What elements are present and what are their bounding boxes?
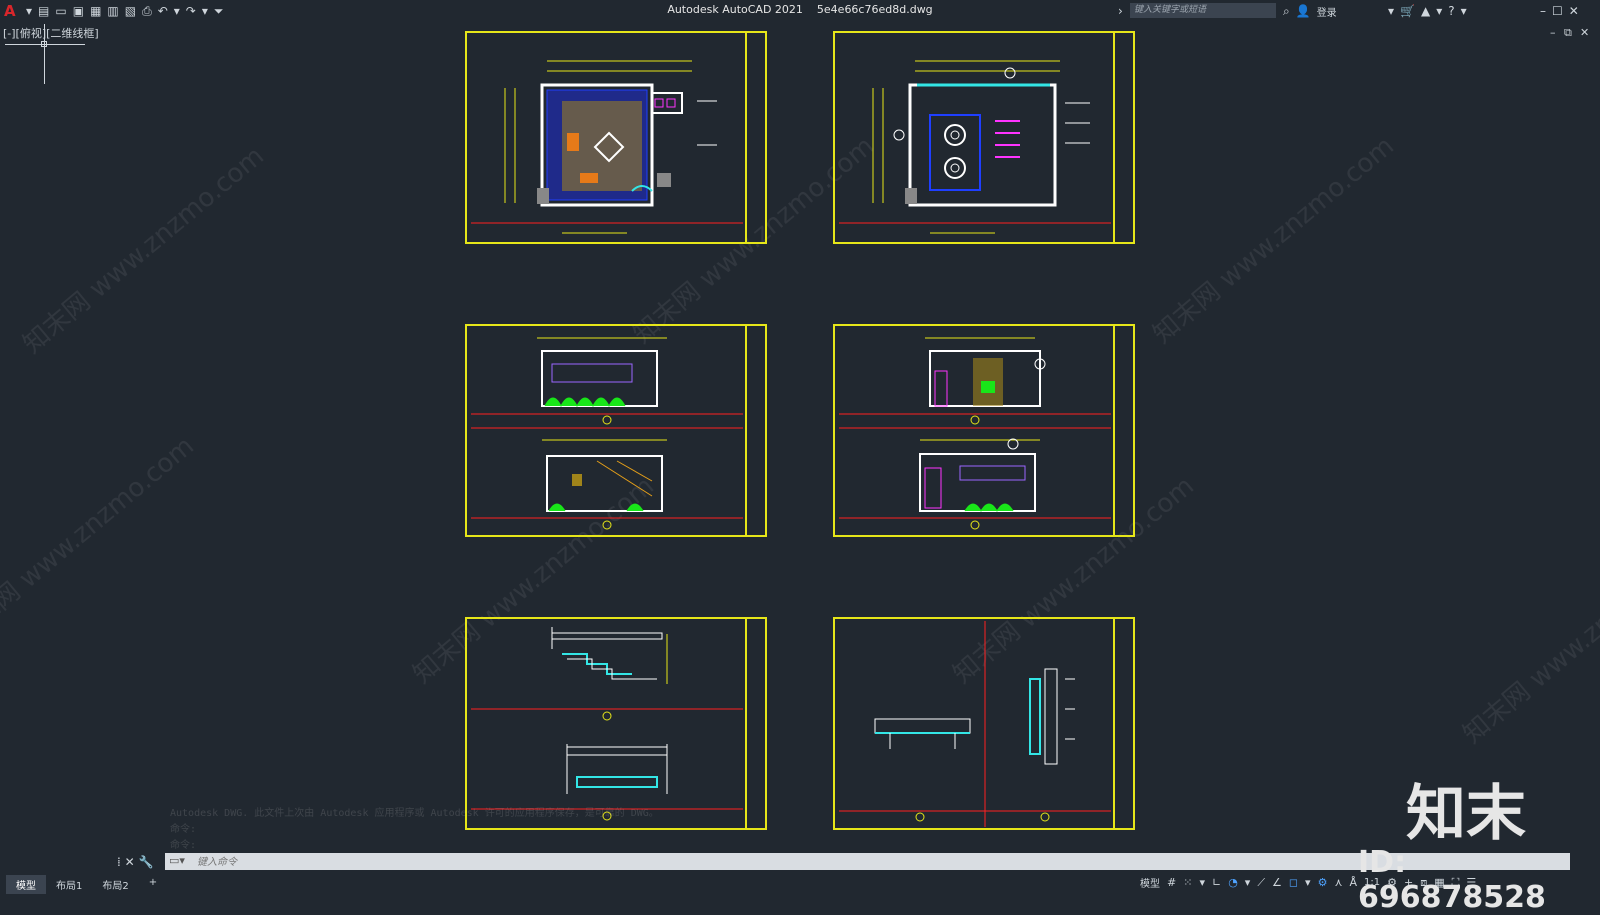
model-space-button[interactable]: 模型 bbox=[1140, 875, 1160, 890]
login-button[interactable]: 登录 bbox=[1317, 4, 1337, 19]
section-details-b-drawing bbox=[839, 621, 1111, 827]
command-history-line: 命令: bbox=[170, 840, 197, 851]
viewport-restore-icon[interactable]: ⧉ bbox=[1564, 26, 1572, 40]
title-block bbox=[1113, 619, 1133, 828]
a360-dropdown-icon[interactable]: ▾ bbox=[1436, 4, 1442, 18]
grid-icon[interactable]: # bbox=[1167, 876, 1176, 889]
command-history-line: 命令: bbox=[170, 824, 197, 835]
drawing-sheet-section-details-b[interactable] bbox=[833, 617, 1135, 830]
command-input[interactable] bbox=[195, 854, 799, 871]
tab-layout2[interactable]: 布局2 bbox=[92, 875, 138, 894]
section-details-a-drawing bbox=[471, 627, 743, 821]
snap-icon[interactable]: ⁙ bbox=[1183, 876, 1192, 889]
crosshair-vertical bbox=[44, 24, 45, 84]
title-block bbox=[745, 33, 765, 242]
annotation-scale-icon[interactable]: Å bbox=[1350, 876, 1358, 889]
crosshair-pickbox bbox=[41, 41, 47, 47]
polar-dropdown-icon[interactable]: ▾ bbox=[1245, 876, 1251, 889]
minimize-icon[interactable]: – bbox=[1540, 4, 1546, 18]
isodraft-icon[interactable]: ⟋ bbox=[1257, 876, 1265, 890]
app-title: Autodesk AutoCAD 2021 bbox=[667, 3, 803, 16]
login-dropdown-icon[interactable]: ▾ bbox=[1388, 4, 1394, 18]
tab-model[interactable]: 模型 bbox=[6, 875, 46, 894]
a360-icon[interactable]: ▲ bbox=[1421, 4, 1430, 18]
command-close-icon[interactable]: ✕ bbox=[125, 855, 135, 869]
auto-scale-icon[interactable]: ⋏ bbox=[1334, 876, 1342, 889]
layout-tabs: 模型 布局1 布局2 + bbox=[6, 875, 167, 894]
add-layout-button[interactable]: + bbox=[139, 875, 167, 894]
snap-dropdown-icon[interactable]: ▾ bbox=[1199, 876, 1205, 889]
title-block bbox=[1113, 326, 1133, 535]
ceiling-plan-drawing bbox=[839, 60, 1111, 234]
drawing-sheet-section-details-a[interactable] bbox=[465, 617, 767, 830]
watermark-text: 知末网 www.znzmo.com bbox=[17, 141, 270, 360]
file-name: 5e4e66c76ed8d.dwg bbox=[816, 3, 933, 16]
command-grip-icon[interactable]: ⁞ bbox=[117, 855, 121, 869]
command-prompt-icon[interactable]: ▭▾ bbox=[169, 854, 185, 867]
elevations-a-drawing bbox=[471, 337, 743, 530]
viewport-close-icon[interactable]: ✕ bbox=[1580, 26, 1589, 39]
floor-plan-drawing bbox=[471, 60, 743, 234]
tab-layout1[interactable]: 布局1 bbox=[46, 875, 92, 894]
viewport-label[interactable]: [-][俯视][二维线框] bbox=[3, 25, 99, 41]
help-icon[interactable]: ? bbox=[1448, 4, 1454, 18]
watermark-brand: 知末 bbox=[1406, 779, 1526, 849]
polar-tracking-icon[interactable]: ◔ bbox=[1228, 876, 1238, 889]
title-block bbox=[745, 326, 765, 535]
title-block bbox=[745, 619, 765, 828]
elevations-b-drawing bbox=[839, 337, 1111, 530]
close-icon[interactable]: ✕ bbox=[1569, 4, 1579, 18]
drawing-sheet-elevations-a[interactable] bbox=[465, 324, 767, 537]
viewport-minimize-icon[interactable]: – bbox=[1550, 26, 1556, 39]
object-snap-dropdown-icon[interactable]: ▾ bbox=[1305, 876, 1311, 889]
drawing-sheet-elevations-b[interactable] bbox=[833, 324, 1135, 537]
object-snap-tracking-icon[interactable]: ∠ bbox=[1272, 876, 1282, 889]
search-input[interactable]: 键入关键字或短语 bbox=[1130, 3, 1276, 18]
ortho-icon[interactable]: ∟ bbox=[1212, 876, 1221, 889]
drawing-sheet-floor-plan[interactable] bbox=[465, 31, 767, 244]
watermark-text: 知末网 www.znzmo.com bbox=[1457, 531, 1600, 750]
help-dropdown-icon[interactable]: ▾ bbox=[1461, 4, 1467, 18]
watermark-text: 知末网 www.znzmo.com bbox=[0, 431, 200, 650]
watermark-text: 知末网 www.znzmo.com bbox=[1147, 131, 1400, 350]
window-title: Autodesk AutoCAD 2021 5e4e66c76ed8d.dwg bbox=[0, 3, 1600, 16]
annotation-visibility-icon[interactable]: ⚙ bbox=[1318, 876, 1328, 889]
watermark-id: ID: 696878528 bbox=[1358, 845, 1546, 915]
command-customize-icon[interactable]: 🔧 bbox=[139, 855, 154, 869]
maximize-icon[interactable]: ☐ bbox=[1552, 4, 1563, 18]
user-icon[interactable]: 👤 bbox=[1296, 4, 1311, 18]
cart-icon[interactable]: 🛒 bbox=[1400, 4, 1415, 18]
search-expand-icon[interactable]: › bbox=[1118, 2, 1129, 20]
title-block bbox=[1113, 33, 1133, 242]
command-line-tools: ⁞ ✕ 🔧 bbox=[117, 855, 154, 869]
title-bar: A ▾ ▤ ▭ ▣ ▦ ▥ ▧ ⎙ ↶ ▾ ↷ ▾ ⏷ Autodesk Aut… bbox=[0, 0, 1600, 22]
command-history-line: Autodesk DWG. 此文件上次由 Autodesk 应用程序或 Auto… bbox=[170, 808, 659, 819]
drawing-sheet-ceiling-plan[interactable] bbox=[833, 31, 1135, 244]
search-icon[interactable]: ⌕ bbox=[1283, 4, 1290, 19]
object-snap-icon[interactable]: ◻ bbox=[1289, 876, 1298, 889]
